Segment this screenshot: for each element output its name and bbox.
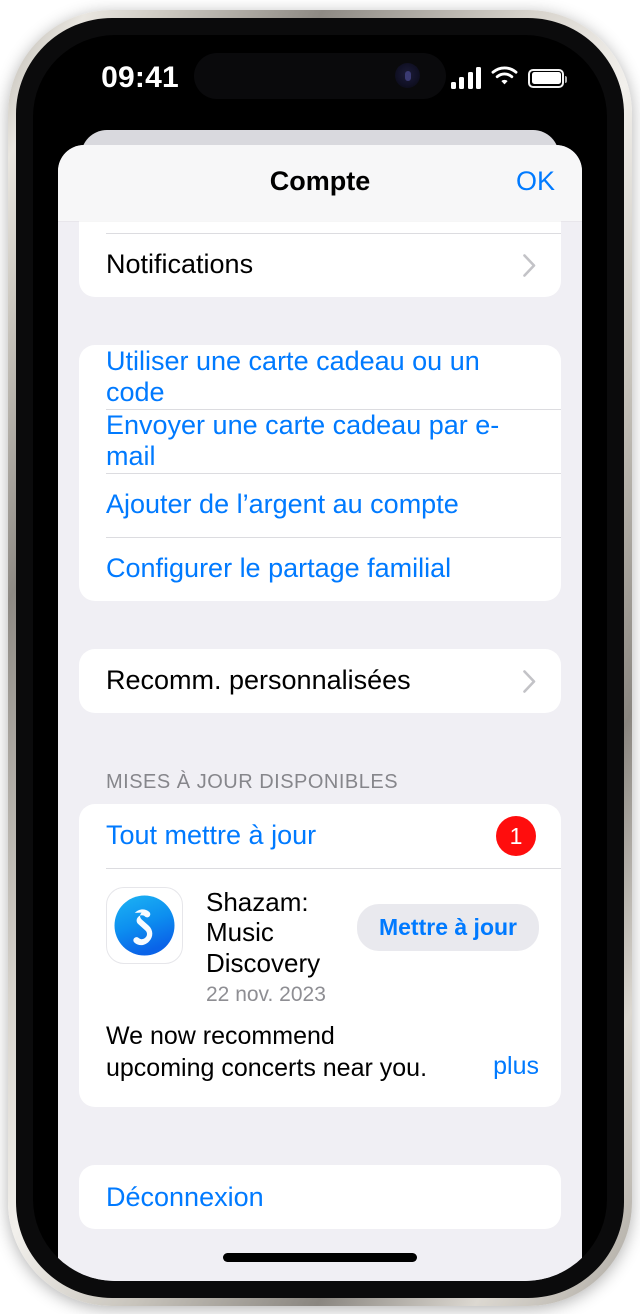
update-app-button[interactable]: Mettre à jour xyxy=(356,904,539,951)
app-release-notes: We now recommend upcoming concerts near … xyxy=(79,1007,561,1107)
cellular-signal-icon xyxy=(450,67,481,89)
status-bar: 09:41 xyxy=(33,35,607,121)
signout-group: Déconnexion xyxy=(79,1165,561,1230)
sidebar-item-notifications[interactable]: Notifications xyxy=(79,233,561,297)
phone-bezel: 09:41 Compte OK Notifications Utiliser u… xyxy=(16,18,624,1298)
row-label: Tout mettre à jour xyxy=(106,820,317,851)
status-badge: 1 xyxy=(496,816,536,856)
row-label: Déconnexion xyxy=(106,1181,264,1212)
row-label: Utiliser une carte cadeau ou un code xyxy=(106,345,480,407)
show-more-link[interactable]: plus xyxy=(487,1052,539,1082)
app-name: Shazam: Music Discovery xyxy=(206,887,321,978)
chevron-right-icon xyxy=(523,253,536,277)
scroll-content[interactable]: Abonnements Notifications xyxy=(58,221,582,1281)
sidebar-item-abonnements[interactable]: Abonnements xyxy=(79,221,561,233)
done-button[interactable]: OK xyxy=(516,166,555,197)
row-label: Recomm. personnalisées xyxy=(106,665,411,696)
row-label: Ajouter de l’argent au compte xyxy=(106,489,459,520)
account-settings-group: Abonnements Notifications xyxy=(79,221,561,297)
front-camera-icon xyxy=(395,63,420,88)
app-update-date: 22 nov. 2023 xyxy=(206,983,326,1007)
phone-screen: 09:41 Compte OK Notifications Utiliser u… xyxy=(33,35,607,1281)
row-label: Configurer le partage familial xyxy=(106,553,452,584)
signout-button[interactable]: Déconnexion xyxy=(79,1165,561,1229)
recommendations-group: Recomm. personnalisées xyxy=(79,649,561,713)
phone-frame: 09:41 Compte OK Notifications Utiliser u… xyxy=(8,10,632,1306)
account-modal-sheet: Compte OK Abonnements xyxy=(58,145,582,1281)
page-title: Compte xyxy=(269,166,371,196)
app-metadata: Shazam: Music Discovery 22 nov. 2023 xyxy=(183,887,357,1007)
chevron-right-icon xyxy=(523,669,536,693)
battery-full-icon xyxy=(528,68,567,88)
status-bar-indicators xyxy=(450,65,567,91)
update-all-button[interactable]: Tout mettre à jour 1 xyxy=(79,804,561,868)
sheet-navigation-bar: Compte OK xyxy=(58,145,582,221)
shazam-app-icon xyxy=(106,887,183,964)
gift-actions-group: Utiliser une carte cadeau ou un code Env… xyxy=(79,345,561,601)
app-description-text: We now recommend upcoming concerts near … xyxy=(106,1022,428,1082)
available-updates-group: Tout mettre à jour 1 Shazam: Music Disco… xyxy=(79,804,561,1108)
send-gift-card-button[interactable]: Envoyer une carte cadeau par e-mail xyxy=(79,409,561,473)
app-update-item[interactable]: Shazam: Music Discovery 22 nov. 2023 Met… xyxy=(79,868,561,1007)
add-funds-button[interactable]: Ajouter de l’argent au compte xyxy=(79,473,561,537)
home-indicator[interactable] xyxy=(223,1253,417,1262)
row-label: Envoyer une carte cadeau par e-mail xyxy=(106,409,500,471)
wifi-icon xyxy=(491,65,518,91)
updates-section-header: Mises à jour disponibles xyxy=(106,771,399,793)
setup-family-sharing-button[interactable]: Configurer le partage familial xyxy=(79,537,561,601)
redeem-gift-card-button[interactable]: Utiliser une carte cadeau ou un code xyxy=(79,345,561,409)
sidebar-item-personalized-recommendations[interactable]: Recomm. personnalisées xyxy=(79,649,561,713)
row-label: Notifications xyxy=(106,249,254,280)
status-bar-clock: 09:41 xyxy=(101,61,179,94)
